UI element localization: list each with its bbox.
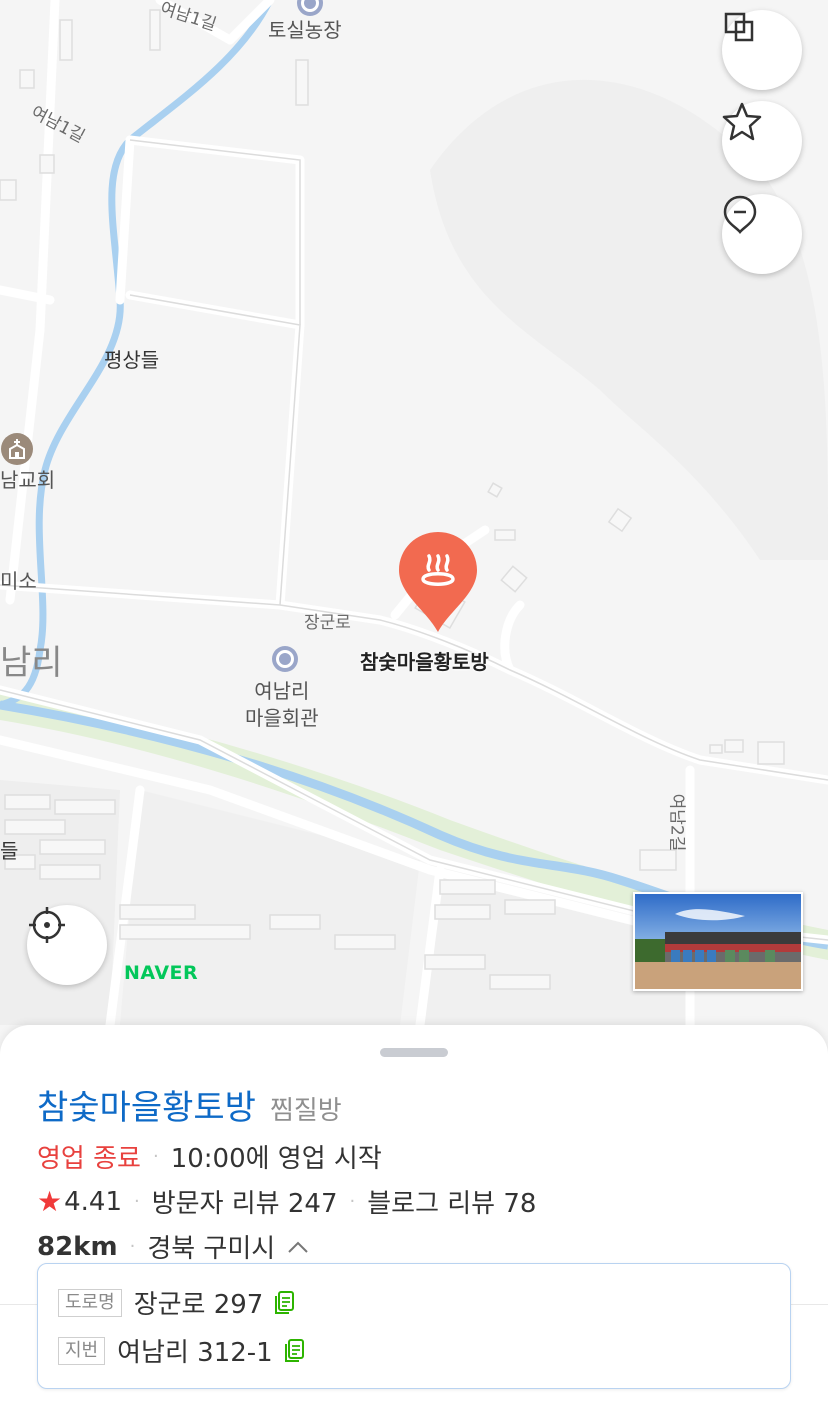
- place-map-label[interactable]: 참숯마을황토방: [360, 646, 489, 675]
- naver-logo: NAVER: [124, 962, 199, 984]
- map-view[interactable]: 여남1길 여남1길 장군로 여남2길 평상들 남리 들 토실농장 남교회 미소 …: [0, 0, 828, 1050]
- favorite-button[interactable]: [722, 101, 802, 181]
- poi-label-hall-line1: 여남리: [254, 679, 310, 703]
- place-title-row: 참숯마을황토방 찜질방: [37, 1080, 342, 1129]
- street-view-thumbnail[interactable]: [633, 892, 803, 991]
- layers-icon: [724, 12, 754, 42]
- place-name[interactable]: 참숯마을황토방: [37, 1080, 256, 1129]
- copy-icon[interactable]: [283, 1338, 305, 1364]
- road-address: 장군로 297: [133, 1290, 264, 1320]
- current-location-button[interactable]: [27, 905, 107, 985]
- place-category: 찜질방: [269, 1096, 342, 1126]
- road-label: 장군로: [304, 613, 351, 633]
- lot-address: 여남리 312-1: [117, 1338, 273, 1368]
- area-label: 평상들: [104, 348, 160, 372]
- lot-address-row: 지번 여남리 312-1: [58, 1332, 305, 1369]
- blog-reviews-link[interactable]: 블로그 리뷰 78: [367, 1183, 536, 1220]
- address-popover: 도로명 장군로 297 지번 여남리 312-1: [37, 1263, 791, 1389]
- separator-dot: ·: [134, 1191, 140, 1212]
- layers-button[interactable]: [722, 10, 802, 90]
- rating-row: ★ 4.41 · 방문자 리뷰 247 · 블로그 리뷰 78: [37, 1183, 536, 1220]
- lot-address-tag: 지번: [58, 1336, 106, 1365]
- rating-value: 4.41: [64, 1186, 122, 1217]
- poi-label-church[interactable]: 남교회: [0, 467, 55, 494]
- road-address-row: 도로명 장군로 297: [58, 1284, 295, 1321]
- separator-dot: ·: [129, 1236, 136, 1257]
- separator-dot: ·: [349, 1191, 356, 1212]
- distance: 82km: [37, 1231, 118, 1262]
- poi-label-hall-line2: 마을회관: [245, 706, 319, 730]
- business-status: 영업 종료: [37, 1144, 141, 1174]
- sheet-drag-handle[interactable]: [380, 1048, 448, 1057]
- current-location-icon: [29, 907, 65, 943]
- area-label: 남리: [0, 643, 63, 683]
- poi-label-misc[interactable]: 미소: [0, 568, 37, 595]
- business-hours: 10:00에 영업 시작: [170, 1144, 382, 1174]
- star-icon: [722, 102, 762, 141]
- separator-dot: ·: [152, 1146, 159, 1167]
- road-address-tag: 도로명: [58, 1288, 122, 1317]
- copy-icon[interactable]: [273, 1290, 295, 1316]
- poi-label-hall[interactable]: 여남리 마을회관: [245, 678, 319, 732]
- region: 경북 구미시: [147, 1234, 276, 1264]
- area-label: 들: [0, 839, 19, 863]
- road-label: 여남2길: [666, 793, 687, 852]
- business-hours-row[interactable]: 영업 종료 · 10:00에 영업 시작: [37, 1138, 382, 1175]
- poi-label-farm[interactable]: 토실농장: [268, 17, 342, 44]
- rating-star-icon: ★: [37, 1185, 63, 1218]
- place-info-sheet[interactable]: 참숯마을황토방 찜질방 영업 종료 · 10:00에 영업 시작 ★ 4.41 …: [0, 1025, 828, 1407]
- directions-button[interactable]: [722, 194, 802, 274]
- visitor-reviews-link[interactable]: 방문자 리뷰 247: [152, 1183, 338, 1220]
- location-pin-icon: [723, 195, 757, 234]
- chevron-up-icon[interactable]: [287, 1240, 309, 1254]
- location-row[interactable]: 82km · 경북 구미시: [37, 1228, 309, 1265]
